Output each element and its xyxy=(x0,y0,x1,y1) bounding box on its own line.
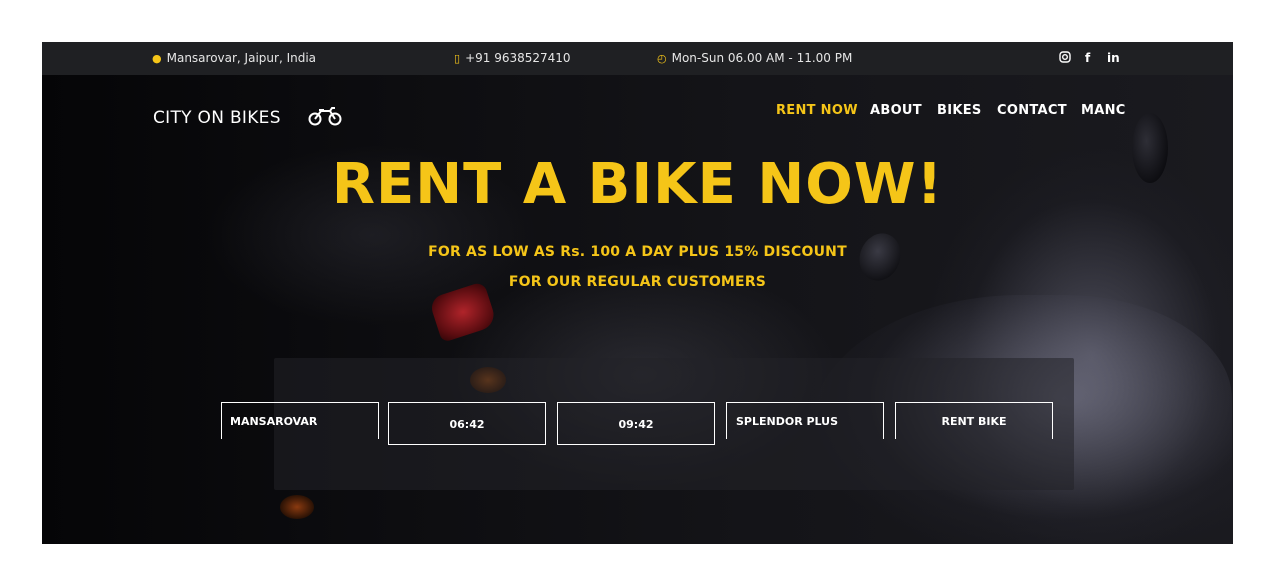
bike-select[interactable]: SPLENDOR PLUS xyxy=(726,402,884,439)
linkedin-icon[interactable]: in xyxy=(1107,42,1120,75)
nav-bikes[interactable]: BIKES xyxy=(937,103,982,121)
location-select[interactable]: MANSAROVAR xyxy=(221,402,379,439)
page-frame: ● Mansarovar, Jaipur, India ▯ +91 96385274… xyxy=(42,42,1233,544)
nav-contact[interactable]: CONTACT xyxy=(997,103,1067,121)
instagram-icon[interactable] xyxy=(1059,42,1071,75)
hours-info: ◴ Mon-Sun 06.00 AM - 11.00 PM xyxy=(657,42,852,75)
phone-icon: ▯ xyxy=(454,52,461,65)
hero-headline: RENT A BIKE NOW! xyxy=(331,152,944,217)
rent-bike-button[interactable]: RENT BIKE xyxy=(895,402,1053,439)
hero-subline-2: FOR OUR REGULAR CUSTOMERS xyxy=(508,274,767,290)
nav-about[interactable]: ABOUT xyxy=(870,103,922,121)
bike-indicator-image xyxy=(280,495,314,519)
phone-info: ▯ +91 9638527410 xyxy=(454,42,571,75)
location-text: Mansarovar, Jaipur, India xyxy=(166,51,317,65)
nav-rent-now[interactable]: RENT NOW xyxy=(776,103,858,121)
drop-time-value: 09:42 xyxy=(618,418,654,431)
bike-select-value: SPLENDOR PLUS xyxy=(736,415,839,428)
location-select-value: MANSAROVAR xyxy=(230,415,318,428)
motorcycle-icon xyxy=(308,107,342,126)
clock-icon: ◴ xyxy=(657,52,667,65)
brand-logo-text[interactable]: CITY ON BIKES xyxy=(153,108,281,128)
facebook-icon[interactable]: f xyxy=(1085,42,1090,75)
phone-text: +91 9638527410 xyxy=(465,51,571,65)
hours-text: Mon-Sun 06.00 AM - 11.00 PM xyxy=(671,51,853,65)
pickup-time-value: 06:42 xyxy=(449,418,485,431)
drop-time-input[interactable]: 09:42 xyxy=(557,402,715,445)
pickup-time-input[interactable]: 06:42 xyxy=(388,402,546,445)
bike-taillight-image xyxy=(428,281,498,343)
map-pin-icon: ● xyxy=(152,52,162,65)
top-info-bar: ● Mansarovar, Jaipur, India ▯ +91 96385274… xyxy=(42,42,1233,75)
nav-manage[interactable]: MANC xyxy=(1081,103,1126,121)
rent-bike-label: RENT BIKE xyxy=(941,415,1007,428)
location-info: ● Mansarovar, Jaipur, India xyxy=(152,42,316,75)
hero-subline-1: FOR AS LOW AS Rs. 100 A DAY PLUS 15% DIS… xyxy=(428,244,847,260)
